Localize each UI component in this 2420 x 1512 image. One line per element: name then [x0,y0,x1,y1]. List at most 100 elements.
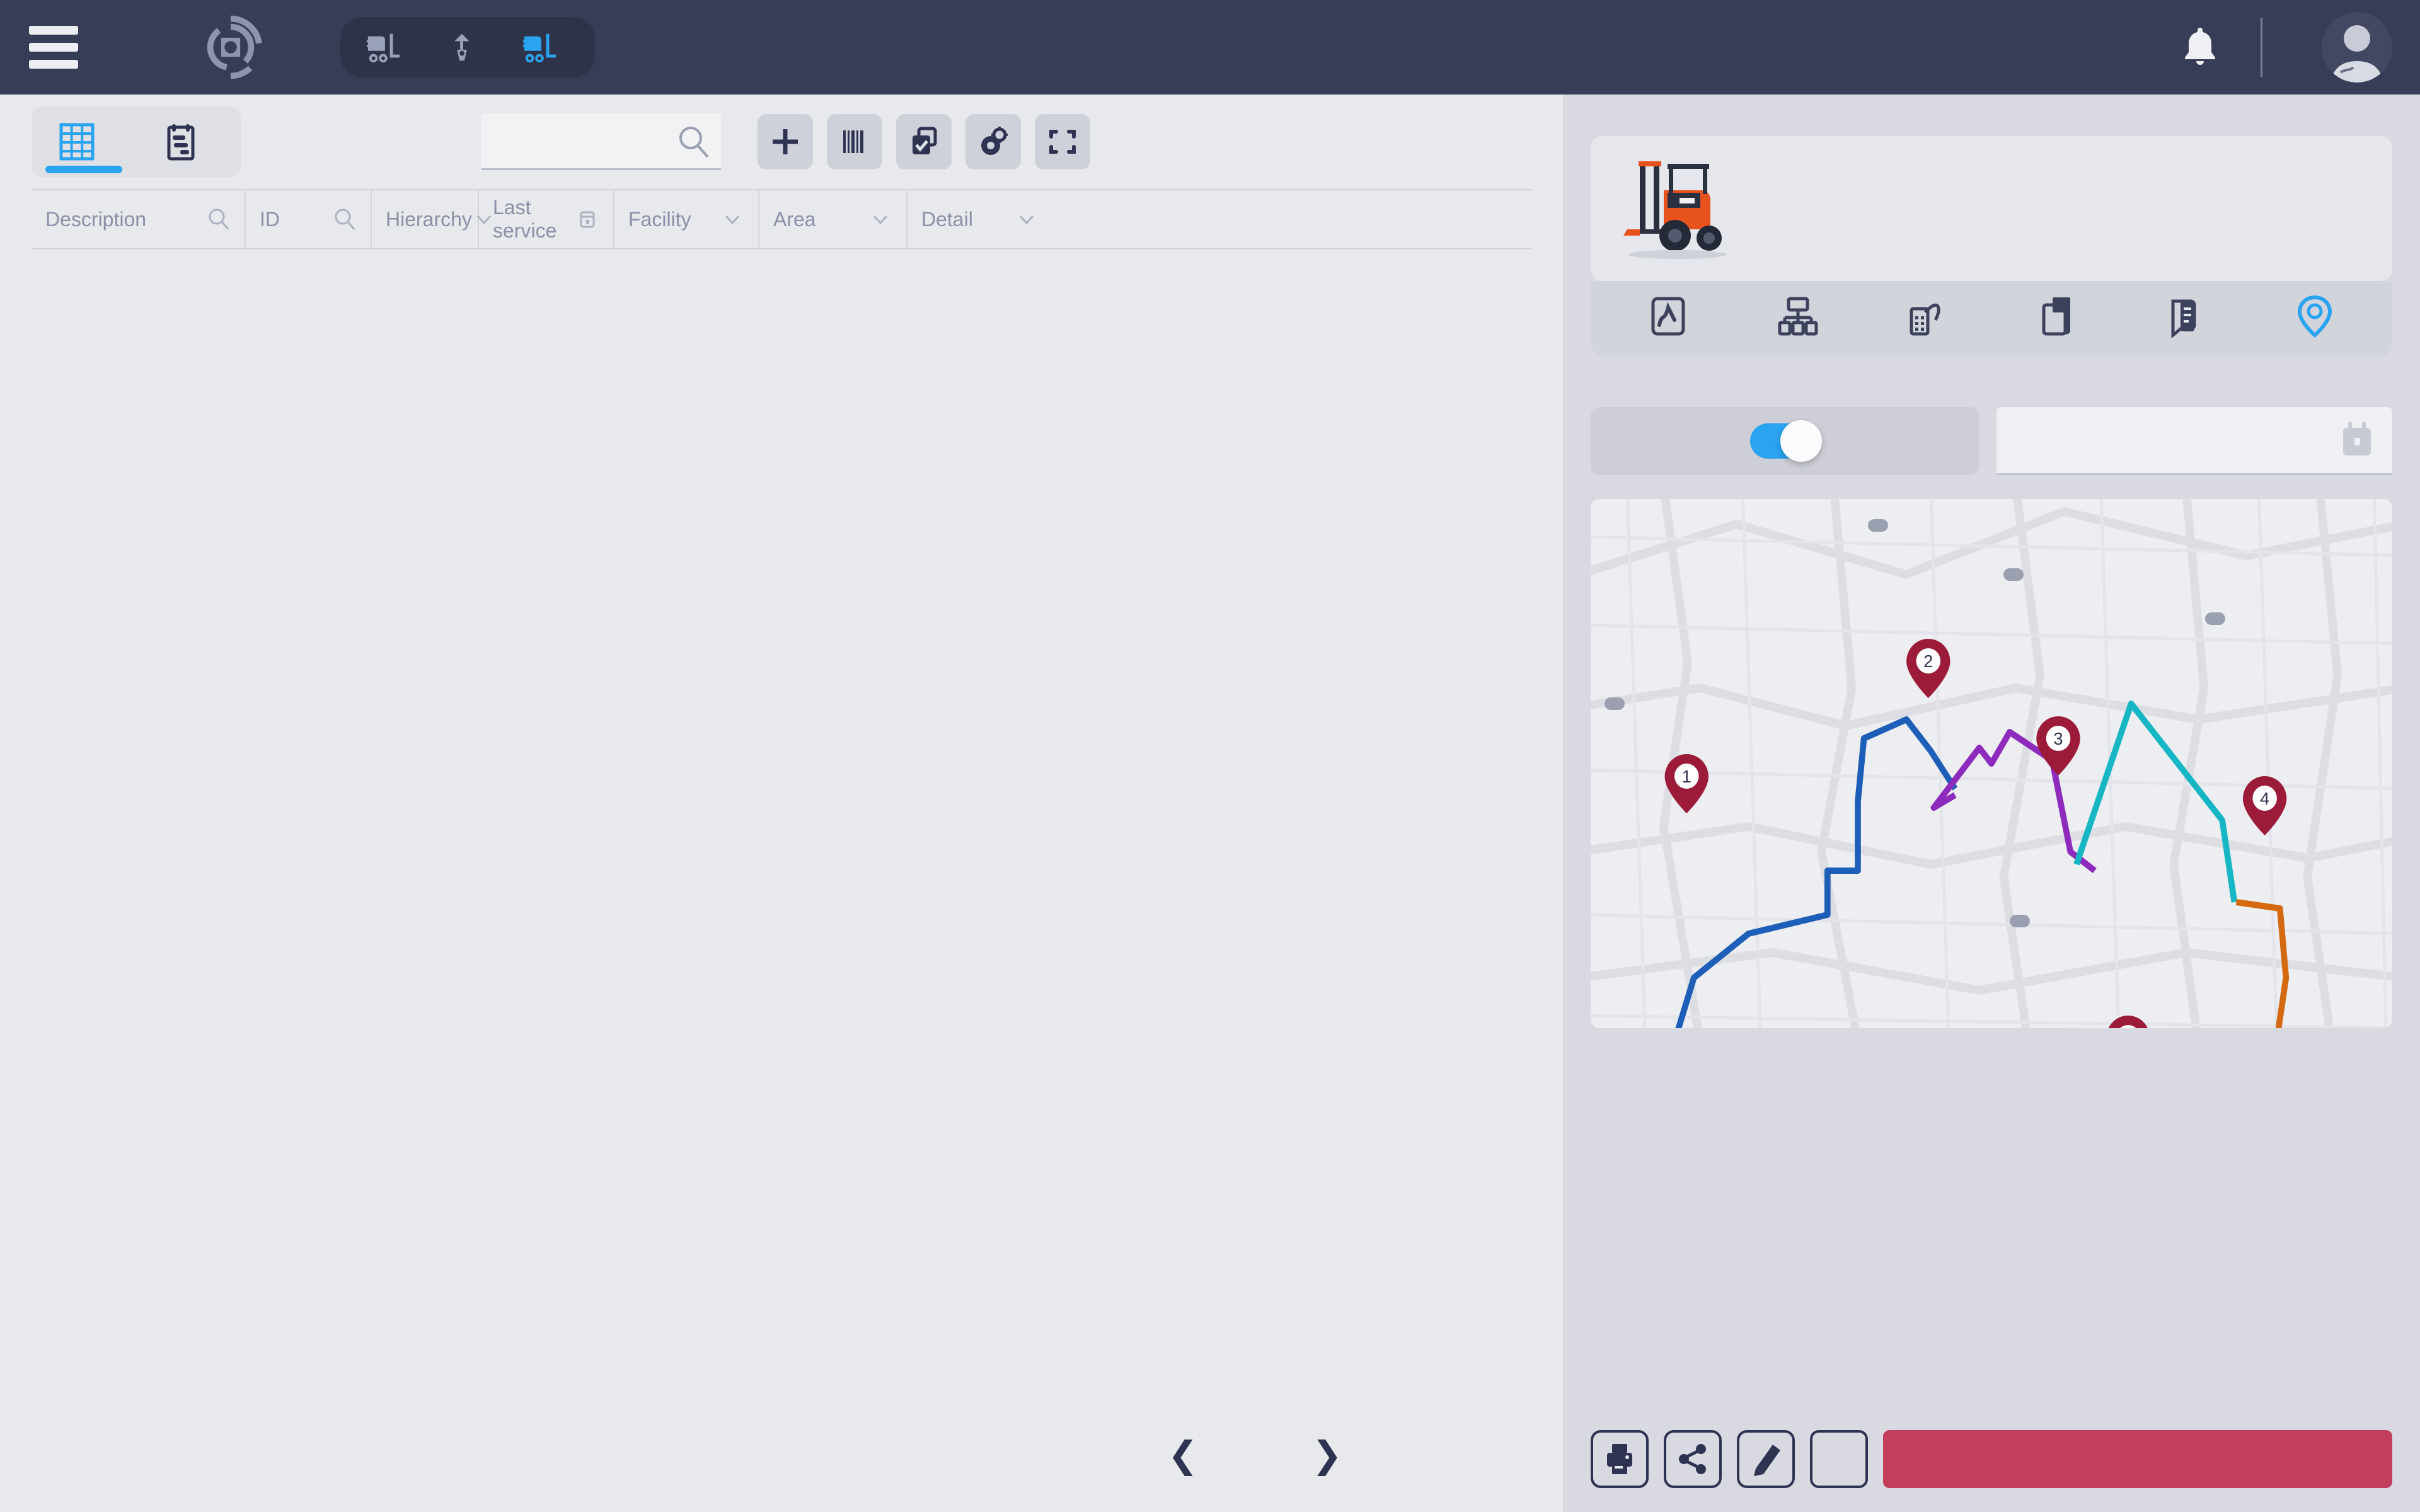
tab-notes[interactable] [2121,295,2250,345]
equipment-summary-card [1591,136,2392,281]
chart-line-icon [1651,297,1685,336]
breadcrumb-item-equipment-2[interactable] [522,31,570,64]
facility-field [2327,155,2368,163]
date-range-field[interactable] [1997,407,2392,475]
print-button[interactable] [1591,1430,1649,1488]
map-label-4 [2205,612,2225,625]
company-id-field [2138,155,2327,163]
column-header-last-service[interactable]: Last service [479,190,614,248]
map-label-2 [1868,519,1888,532]
timeline-icon [167,124,195,161]
work-order-icon [2042,297,2070,336]
tab-grid[interactable] [32,106,136,177]
column-header-label: Area [773,207,816,231]
forklift-icon [366,33,400,63]
breadcrumb-item-equipment-1[interactable] [366,31,413,64]
table-header-row: Description ID Hierarchy Last service Facili… [32,189,1531,249]
duty-type-field [1961,155,2138,163]
toggle-switch[interactable] [1750,420,1822,462]
details-action-bar [1563,1410,2420,1512]
share-button[interactable] [1664,1430,1722,1488]
search-container [481,113,721,170]
tab-wo[interactable] [1991,295,2121,345]
location-map[interactable]: 1 2 3 4 [1591,499,2392,1028]
edit-button[interactable] [1737,1430,1795,1488]
barcode-button[interactable] [827,114,882,169]
meter-gauge-icon [1910,303,1940,336]
target-rings-icon [197,13,265,81]
column-header-facility[interactable]: Facility [614,190,759,248]
column-header-hierarchy[interactable]: Hierarchy [372,190,492,248]
forklift-icon [522,33,556,63]
column-header-detail[interactable]: Detail [908,190,1052,248]
map-label-3 [2003,568,2024,581]
bell-icon[interactable] [2180,25,2220,69]
toolbar-buttons [758,114,1090,169]
org-chart-icon [1778,297,1818,336]
create-request-button[interactable] [1883,1430,2392,1488]
column-header-label: Facility [628,207,691,231]
column-header-description[interactable]: Description [32,190,246,248]
hamburger-icon[interactable] [29,26,78,69]
top-navigation-bar [0,0,2420,94]
search-icon[interactable] [676,123,712,160]
avatar[interactable] [2322,12,2392,83]
chevron-down-icon[interactable] [472,207,496,231]
crane-icon [454,33,470,61]
map-marker-2: 2 [1906,639,1950,698]
checklist-button[interactable] [896,114,952,169]
pagination-bar: ❮ ❯ [0,1399,1563,1512]
map-pin-icon [2298,295,2332,338]
add-button[interactable] [758,114,813,169]
next-page-button[interactable]: ❯ [1311,1437,1342,1474]
gear-target-icon [981,127,1008,155]
barcode-icon [843,130,863,153]
details-content: 1 2 3 4 [1563,94,2420,1028]
svg-text:1: 1 [1682,767,1691,787]
search-icon[interactable] [333,207,357,231]
equipment-id-field [1760,155,1961,163]
printer-icon [1607,1444,1632,1474]
tab-timeline[interactable] [136,106,241,177]
map-markers: 1 2 3 4 [1664,639,2287,1028]
vertical-divider [2261,18,2262,77]
notes-icon [2171,299,2196,338]
column-header-label: Hierarchy [386,207,472,231]
pencil-icon [1754,1445,1780,1476]
tab-stats[interactable] [1603,295,1732,345]
app-logo [141,46,147,49]
map-marker-1: 1 [1664,754,1708,813]
map-marker-3: 3 [2036,716,2080,776]
equipment-table: Description ID Hierarchy Last service Facili… [0,189,1563,1399]
map-address [1591,499,2392,514]
prev-page-button[interactable]: ❮ [1168,1437,1199,1474]
chevron-down-icon[interactable] [720,207,744,231]
map-label-5 [2010,915,2030,927]
tab-hierarchy[interactable] [1732,295,1862,345]
svg-text:4: 4 [2260,789,2269,809]
tab-meter[interactable] [1862,295,1991,345]
calendar-icon[interactable] [575,207,599,231]
fullscreen-button[interactable] [1035,114,1090,169]
map-marker-4: 4 [2242,776,2287,835]
equipment-details-panel: 1 2 3 4 [1563,94,2420,1512]
tab-location[interactable] [2250,295,2380,345]
app-root: Description ID Hierarchy Last service Facili… [0,0,2420,1512]
create-wo-dispatch-button[interactable] [1810,1430,1868,1488]
expand-icon [1049,130,1076,154]
topbar-right [2180,12,2420,83]
chevron-down-icon[interactable] [1015,207,1039,231]
column-header-id[interactable]: ID [246,190,372,248]
calendar-icon[interactable] [2338,420,2376,459]
location-mode-toggle[interactable] [1591,407,1979,475]
checklist-icon [913,127,937,154]
main-body: Description ID Hierarchy Last service Facili… [0,94,2420,1512]
settings-button[interactable] [965,114,1021,169]
chevron-down-icon[interactable] [868,207,892,231]
plus-icon [773,129,798,154]
column-header-area[interactable]: Area [759,190,908,248]
list-toolbar [0,94,1563,189]
search-icon[interactable] [207,207,231,231]
date-range-text [2013,437,2338,442]
breadcrumb-item-request[interactable] [444,31,492,64]
